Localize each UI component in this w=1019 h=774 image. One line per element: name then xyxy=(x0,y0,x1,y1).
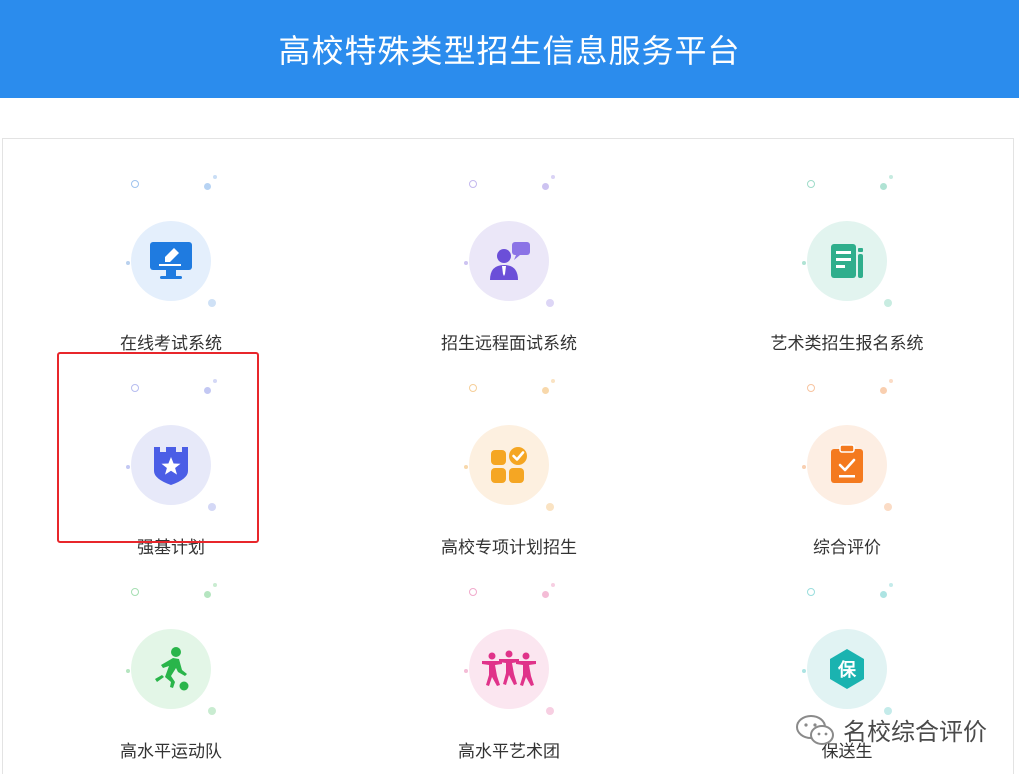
tile-label: 在线考试系统 xyxy=(120,334,222,354)
tile-sports-team[interactable]: 高水平运动队 xyxy=(61,583,281,773)
tile-label: 招生远程面试系统 xyxy=(441,334,577,354)
watermark-text: 名校综合评价 xyxy=(843,718,987,746)
tile-art-troupe[interactable]: 高水平艺术团 xyxy=(399,583,619,773)
watermark: 名校综合评价 xyxy=(795,712,987,747)
tile-comprehensive-evaluation[interactable]: 综合评价 xyxy=(737,379,957,569)
tile-label: 高水平运动队 xyxy=(120,742,222,762)
interviewer-chat-icon xyxy=(469,221,549,301)
tile-label: 综合评价 xyxy=(813,538,881,558)
svg-text:保: 保 xyxy=(837,659,857,681)
apps-check-icon xyxy=(469,425,549,505)
clipboard-check-icon xyxy=(807,425,887,505)
tile-label: 高校专项计划招生 xyxy=(441,538,577,558)
tile-label: 高水平艺术团 xyxy=(458,742,560,762)
document-form-icon xyxy=(807,221,887,301)
tile-special-program[interactable]: 高校专项计划招生 xyxy=(399,379,619,569)
tile-label: 艺术类招生报名系统 xyxy=(770,334,924,354)
tile-remote-interview[interactable]: 招生远程面试系统 xyxy=(399,175,619,365)
selection-highlight-box xyxy=(57,352,259,543)
page-title: 高校特殊类型招生信息服务平台 xyxy=(278,32,741,70)
wechat-icon xyxy=(796,714,834,745)
page-header: 高校特殊类型招生信息服务平台 xyxy=(0,0,1019,98)
soccer-player-icon xyxy=(131,629,211,709)
tile-online-exam[interactable]: 在线考试系统 xyxy=(61,175,281,365)
tile-art-registration[interactable]: 艺术类招生报名系统 xyxy=(737,175,957,365)
dancers-icon xyxy=(469,629,549,709)
hexagon-bao-icon: 保 xyxy=(807,629,887,709)
monitor-pen-icon xyxy=(131,221,211,301)
